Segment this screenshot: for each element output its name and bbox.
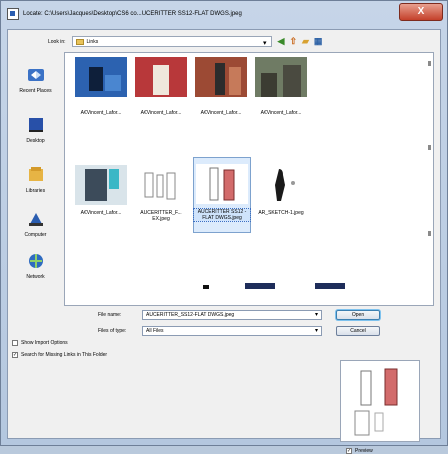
place-computer[interactable]: Computer	[8, 210, 63, 238]
preview-label: Preview	[355, 448, 373, 454]
close-button[interactable]: X	[399, 3, 443, 21]
place-label: Computer	[24, 232, 47, 238]
computer-icon	[28, 213, 43, 226]
back-icon[interactable]: ◀	[278, 36, 285, 47]
nav-toolbar: ◀ ⇧ ▰ ▦	[278, 36, 323, 47]
preview-pane	[340, 360, 420, 442]
sketch-flat-image	[135, 165, 187, 205]
sketch-selected-image	[196, 164, 248, 204]
sketch-figure-image	[255, 165, 307, 205]
chevron-down-icon: ▾	[314, 328, 318, 334]
file-thumb[interactable]: AUCERITTER_F... EX.jpeg	[133, 165, 189, 231]
file-thumb-selected[interactable]: AUCERITTER SS12 -FLAT DWGS.jpeg	[193, 157, 251, 233]
show-import-label: Show Import Options	[21, 340, 68, 346]
recent-places-icon	[27, 69, 44, 81]
file-thumb[interactable]: A€Vincent_Lafor...	[73, 165, 129, 231]
place-network[interactable]: Network	[8, 252, 63, 280]
file-caption[interactable]: A€Vincent_Lafor...	[133, 107, 189, 117]
cancel-button[interactable]: Cancel	[336, 326, 380, 336]
chevron-down-icon: ▾	[263, 40, 267, 47]
file-caption: A€Vincent_Lafor...	[80, 210, 122, 216]
photo-street-image	[255, 57, 307, 97]
scrollbar-marker[interactable]	[428, 231, 431, 236]
scrollbar-marker[interactable]	[428, 145, 431, 150]
filetype-label: Files of type:	[98, 328, 127, 334]
place-desktop[interactable]: Desktop	[8, 116, 63, 144]
partial-thumbs-row	[203, 283, 345, 289]
place-libraries[interactable]: Libraries	[8, 166, 63, 194]
photo-red-image	[135, 57, 187, 97]
place-label: Network	[26, 274, 45, 280]
app-icon	[7, 8, 19, 20]
libraries-icon	[28, 167, 43, 181]
new-folder-icon[interactable]: ▰	[302, 36, 309, 47]
file-thumb[interactable]: AR_SKETCH-1.jpeg	[253, 165, 309, 231]
locate-dialog: Locate: C:\Users\Jacques\Desktop\CS6 co.…	[0, 0, 448, 454]
show-import-checkbox[interactable]	[12, 340, 18, 346]
view-menu-icon[interactable]: ▦	[314, 36, 323, 47]
photo-brick-image	[195, 57, 247, 97]
places-bar: Recent Places Desktop Libraries Computer…	[8, 52, 63, 322]
preview-option[interactable]: ✓ Preview	[346, 448, 373, 454]
file-caption: AR_SKETCH-1.jpeg	[258, 210, 304, 216]
file-caption: AUCERITTER_F... EX.jpeg	[140, 210, 182, 222]
file-caption[interactable]: A€Vincent_Lafor...	[253, 107, 309, 117]
place-label: Recent Places	[19, 88, 52, 94]
search-missing-checkbox[interactable]: ✓	[12, 352, 18, 358]
window-title: Locate: C:\Users\Jacques\Desktop\CS6 co.…	[23, 11, 242, 17]
desktop-icon	[28, 118, 43, 132]
show-import-option[interactable]: Show Import Options	[12, 340, 68, 346]
folder-icon	[75, 38, 84, 45]
filetype-select[interactable]: All Files ▾	[142, 326, 322, 336]
preview-image	[341, 361, 419, 441]
chevron-down-icon: ▾	[314, 312, 318, 318]
filename-row: File name: AUCERITTER_SS12-FLAT DWGS.jpe…	[98, 310, 380, 320]
search-missing-label: Search for Missing Links in This Folder	[21, 352, 108, 358]
file-caption[interactable]: A€Vincent_Lafor...	[193, 107, 249, 117]
place-label: Libraries	[25, 188, 46, 194]
preview-checkbox[interactable]: ✓	[346, 448, 352, 454]
look-in-label: Look in:	[48, 38, 66, 45]
filename-label: File name:	[98, 312, 122, 318]
search-missing-option[interactable]: ✓ Search for Missing Links in This Folde…	[12, 352, 107, 358]
filetype-row: Files of type: All Files ▾ Cancel	[98, 326, 380, 336]
filename-input[interactable]: AUCERITTER_SS12-FLAT DWGS.jpeg ▾	[142, 310, 322, 320]
open-button[interactable]: Open	[336, 310, 380, 320]
photo-blue-image	[75, 57, 127, 97]
title-bar: Locate: C:\Users\Jacques\Desktop\CS6 co.…	[7, 7, 387, 21]
place-recent[interactable]: Recent Places	[8, 66, 63, 94]
photo-cyan-image	[75, 165, 127, 205]
file-caption: AUCERITTER SS12 -FLAT DWGS.jpeg	[193, 208, 251, 222]
up-folder-icon[interactable]: ⇧	[289, 36, 297, 47]
place-label: Desktop	[26, 138, 45, 144]
dialog-body: Look in: Links ▾ ◀ ⇧ ▰ ▦ Recent Places D…	[7, 29, 441, 454]
network-icon	[28, 254, 43, 268]
scrollbar-marker[interactable]	[428, 61, 431, 66]
file-caption[interactable]: A€Vincent_Lafor...	[73, 107, 129, 117]
look-in-row: Look in: Links ▾ ◀ ⇧ ▰ ▦	[48, 36, 322, 47]
look-in-value: Links	[86, 38, 99, 45]
file-list: A€Vincent_Lafor... A€Vincent_Lafor... A€…	[64, 52, 434, 306]
look-in-select[interactable]: Links ▾	[71, 36, 272, 47]
